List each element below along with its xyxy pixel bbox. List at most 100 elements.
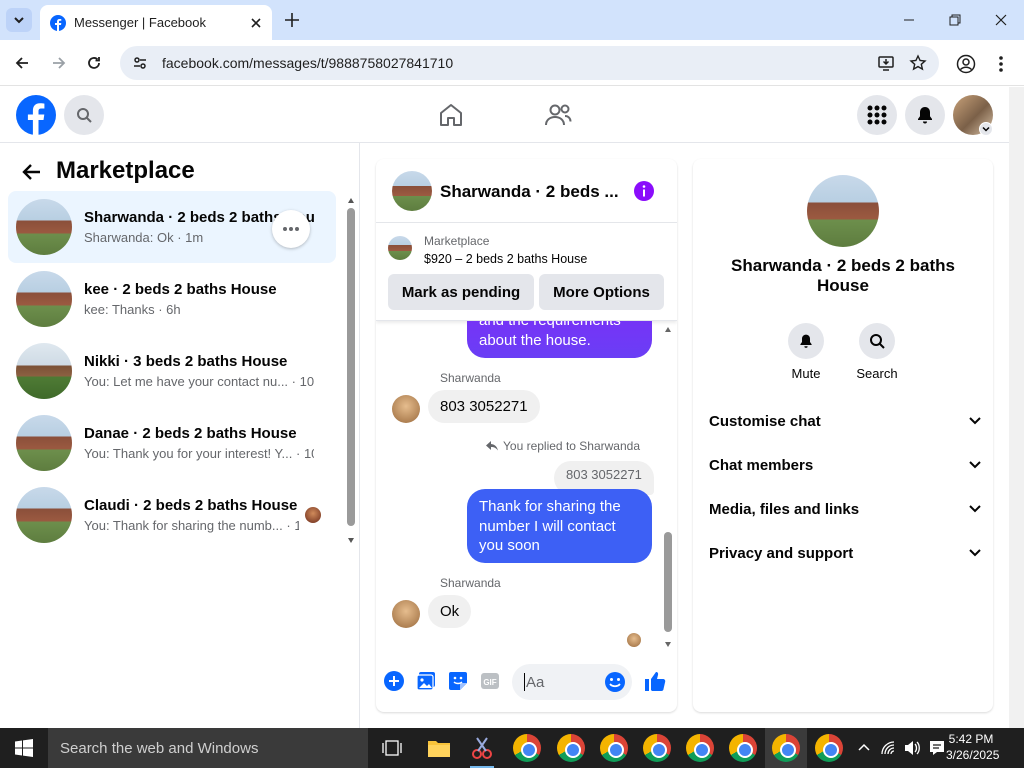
conversation-preview: You: Thank for sharing the numb... [84, 518, 283, 533]
sender-avatar[interactable] [392, 395, 420, 423]
notifications-button[interactable] [905, 95, 945, 135]
browser-tab[interactable]: Messenger | Facebook [40, 5, 272, 40]
close-icon [995, 14, 1007, 26]
network-icon[interactable] [880, 740, 898, 756]
tab-search-button[interactable] [6, 8, 32, 32]
search-icon [77, 108, 92, 123]
like-thumb-icon[interactable] [644, 670, 666, 692]
back-arrow-icon[interactable] [22, 162, 42, 182]
minimize-button[interactable] [897, 8, 921, 32]
maximize-button[interactable] [943, 8, 967, 32]
reload-icon[interactable] [86, 55, 102, 71]
gif-icon[interactable]: GIF [480, 671, 500, 691]
seen-avatar [305, 507, 321, 523]
conversation-preview: kee: Thanks · 6h [84, 302, 181, 317]
plus-circle-icon[interactable] [384, 671, 404, 691]
chat-members-section[interactable]: Chat members [709, 443, 981, 487]
listing-banner: Marketplace $920 – 2 beds 2 baths House … [376, 223, 677, 321]
snipping-tool-icon[interactable] [470, 736, 494, 760]
listing-profile-image[interactable] [807, 175, 879, 247]
media-files-links-section[interactable]: Media, files and links [709, 487, 981, 531]
chrome-taskbar-icon[interactable] [513, 734, 541, 762]
taskbar-search[interactable]: Search the web and Windows [48, 728, 368, 768]
chrome-profile-taskbar-icon[interactable] [643, 734, 671, 762]
chrome-profile-taskbar-icon[interactable] [557, 734, 585, 762]
profile-icon[interactable] [956, 54, 976, 74]
chat-title[interactable]: Sharwanda · 2 beds ... [440, 182, 619, 202]
emoji-icon[interactable] [604, 671, 626, 693]
scrollbar-thumb[interactable] [347, 208, 355, 526]
tab-title: Messenger | Facebook [74, 15, 206, 30]
close-window-button[interactable] [989, 8, 1013, 32]
menu-button[interactable] [857, 95, 897, 135]
privacy-support-section[interactable]: Privacy and support [709, 531, 981, 575]
chevron-down-icon [969, 461, 981, 469]
chevron-down-icon [14, 17, 24, 24]
outgoing-message[interactable]: and the requirements about the house. [467, 321, 652, 358]
outgoing-message[interactable]: Thank for sharing the number I will cont… [467, 489, 652, 563]
forward-icon[interactable] [51, 55, 67, 71]
chevron-down-icon [969, 549, 981, 557]
more-options-button[interactable]: More Options [539, 274, 664, 310]
close-tab-icon[interactable] [250, 17, 262, 29]
mute-button[interactable] [788, 323, 824, 359]
chevron-down-icon [969, 505, 981, 513]
bookmark-star-icon[interactable] [909, 54, 927, 72]
conversation-item[interactable]: Danae · 2 beds 2 baths House You: Thank … [8, 407, 336, 479]
new-tab-icon[interactable] [282, 10, 302, 30]
grid-menu-icon [867, 105, 887, 125]
show-hidden-icons-icon[interactable] [858, 742, 870, 752]
search-action[interactable]: Search [851, 323, 903, 381]
file-explorer-icon[interactable] [427, 738, 451, 758]
conversation-item[interactable]: Claudi · 2 beds 2 baths House You: Thank… [8, 479, 336, 551]
conversation-name: kee · 2 beds 2 baths House [84, 281, 277, 298]
sticker-icon[interactable] [448, 671, 468, 691]
incoming-message[interactable]: 803 3052271 [428, 390, 540, 423]
sender-avatar[interactable] [392, 600, 420, 628]
facebook-search-button[interactable] [64, 95, 104, 135]
install-app-icon[interactable] [877, 54, 895, 72]
chat-avatar[interactable] [392, 171, 432, 211]
friends-icon[interactable] [544, 102, 572, 128]
mark-as-pending-button[interactable]: Mark as pending [388, 274, 534, 310]
volume-icon[interactable] [904, 740, 922, 756]
conversation-item[interactable]: kee · 2 beds 2 baths House kee: Thanks ·… [8, 263, 336, 335]
facebook-logo-icon[interactable] [16, 95, 56, 135]
chat-list-scrollbar[interactable] [347, 198, 355, 543]
more-horizontal-icon [283, 227, 299, 231]
listing-description[interactable]: $920 – 2 beds 2 baths House [424, 252, 587, 266]
photo-icon[interactable] [416, 671, 436, 691]
task-view-icon[interactable] [382, 739, 402, 757]
conversation-name: Nikki · 3 beds 2 baths House [84, 353, 288, 370]
back-icon[interactable] [14, 55, 30, 71]
chrome-profile-taskbar-icon[interactable] [686, 734, 714, 762]
action-center-icon[interactable] [929, 740, 945, 756]
chat-panel: Sharwanda · 2 beds ... Marketplace $920 … [376, 159, 677, 712]
chrome-profile-taskbar-icon[interactable] [815, 734, 843, 762]
system-clock[interactable]: 5:42 PM 3/26/2025 [946, 731, 999, 763]
chrome-active-taskbar-icon[interactable] [772, 734, 800, 762]
info-icon[interactable] [634, 181, 654, 201]
site-settings-icon[interactable] [132, 55, 148, 71]
windows-taskbar: Search the web and Windows 5:42 PM 3/26/… [0, 728, 1024, 768]
browser-menu-icon[interactable] [996, 54, 1006, 74]
conversation-details-panel: Sharwanda · 2 beds 2 baths House Mute Se… [693, 159, 993, 712]
listing-thumbnail [16, 271, 72, 327]
message-scrollbar[interactable] [664, 327, 672, 647]
windows-start-icon[interactable] [15, 739, 33, 757]
url-text[interactable]: facebook.com/messages/t/9888758027841710 [162, 55, 877, 71]
address-bar[interactable]: facebook.com/messages/t/9888758027841710 [120, 46, 939, 80]
mute-action[interactable]: Mute [781, 323, 831, 381]
home-icon[interactable] [438, 102, 464, 128]
account-dropdown[interactable] [979, 122, 993, 136]
search-in-conversation-button[interactable] [859, 323, 895, 359]
conversation-options-button[interactable] [272, 210, 310, 248]
conversation-item[interactable]: Nikki · 3 beds 2 baths House You: Let me… [8, 335, 336, 407]
page-scrollbar[interactable] [1009, 87, 1024, 728]
incoming-message[interactable]: Ok [428, 595, 472, 628]
conversation-time: · 1d [286, 518, 299, 533]
chrome-profile-taskbar-icon[interactable] [729, 734, 757, 762]
scrollbar-thumb[interactable] [664, 532, 672, 632]
customise-chat-section[interactable]: Customise chat [709, 399, 981, 443]
chrome-profile-taskbar-icon[interactable] [600, 734, 628, 762]
